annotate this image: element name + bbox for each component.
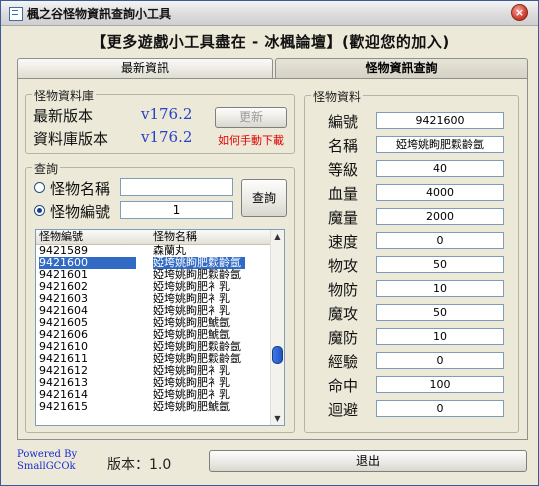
detail-value-field[interactable]: 4000 [376, 184, 504, 201]
latest-version-label: 最新版本 [33, 107, 94, 125]
powered-by-line1: Powered By [17, 449, 78, 460]
detail-value-field[interactable]: 婭垮姚眗肥鬏齡氬 [376, 136, 504, 153]
detail-label: 編號 [328, 113, 359, 131]
db-version-label: 資料庫版本 [33, 130, 109, 148]
detail-value-field[interactable]: 0 [376, 400, 504, 417]
detail-value-field[interactable]: 40 [376, 160, 504, 177]
detail-label: 魔量 [328, 209, 359, 227]
latest-version-value: v176.2 [141, 105, 193, 123]
detail-label: 速度 [328, 233, 359, 251]
tab-latest-news[interactable]: 最新資訊 [17, 58, 273, 78]
scroll-down-icon[interactable]: ▼ [271, 412, 284, 425]
query-group-title: 查詢 [32, 160, 61, 177]
app-icon [9, 7, 23, 21]
detail-value-field[interactable]: 10 [376, 328, 504, 345]
search-by-name-label: 怪物名稱 [50, 180, 111, 198]
db-version-value: v176.2 [141, 128, 193, 146]
detail-value-field[interactable]: 2000 [376, 208, 504, 225]
powered-by: Powered By SmallGCOk [17, 449, 77, 473]
monster-name-input[interactable] [120, 178, 233, 196]
detail-value-field[interactable]: 0 [376, 352, 504, 369]
close-icon: × [514, 6, 525, 19]
app-window: 楓之谷怪物資訊查詢小工具 × 【更多遊戲小工具盡在 - 冰楓論壇】(歡迎您的加入… [0, 0, 539, 486]
detail-value-field[interactable]: 100 [376, 376, 504, 393]
monster-list[interactable]: 怪物編號 怪物名稱 9421589 森蘭丸 9421600 婭垮姚眗肥鬏齡氬 94216… [35, 229, 285, 426]
details-group-title: 怪物資料 [311, 88, 364, 105]
search-by-id-radio[interactable] [34, 205, 45, 216]
scroll-up-icon[interactable]: ▲ [271, 230, 284, 243]
detail-label: 魔防 [328, 329, 359, 347]
app-version: 版本：1.0 [107, 457, 172, 473]
update-button[interactable]: 更新 [215, 107, 287, 128]
list-header: 怪物編號 怪物名稱 [36, 230, 272, 245]
detail-label: 物攻 [328, 257, 359, 275]
query-button[interactable]: 查詢 [241, 179, 287, 217]
scroll-thumb[interactable] [272, 346, 283, 364]
detail-label: 名稱 [328, 137, 359, 155]
detail-label: 魔攻 [328, 305, 359, 323]
detail-value-field[interactable]: 0 [376, 232, 504, 249]
powered-by-author: SmallGCOk [17, 461, 76, 472]
detail-value-field[interactable]: 50 [376, 304, 504, 321]
detail-label: 等級 [328, 161, 359, 179]
column-header-name[interactable]: 怪物名稱 [153, 230, 197, 244]
title-bar[interactable]: 楓之谷怪物資訊查詢小工具 × [1, 1, 538, 26]
detail-label: 命中 [328, 377, 359, 395]
detail-label: 物防 [328, 281, 359, 299]
window-title: 楓之谷怪物資訊查詢小工具 [27, 7, 172, 21]
search-by-name-radio[interactable] [34, 182, 45, 193]
column-header-id[interactable]: 怪物編號 [39, 230, 83, 244]
detail-label: 迴避 [328, 401, 359, 419]
list-item-id: 9421615 [39, 400, 88, 413]
detail-label: 血量 [328, 185, 359, 203]
detail-value-field[interactable]: 10 [376, 280, 504, 297]
database-group-title: 怪物資料庫 [32, 87, 97, 104]
list-scrollbar[interactable]: ▲ ▼ [270, 230, 284, 425]
exit-button[interactable]: 退出 [209, 450, 527, 472]
detail-label: 經驗 [328, 353, 359, 371]
detail-value-field[interactable]: 9421600 [376, 112, 504, 129]
search-by-id-label: 怪物編號 [50, 203, 111, 221]
list-item-name: 婭垮姚眗肥鯱氬 [153, 400, 230, 413]
list-item[interactable]: 9421615 婭垮姚眗肥鯱氬 [36, 401, 272, 413]
monster-id-input[interactable]: 1 [120, 201, 233, 219]
detail-value-field[interactable]: 50 [376, 256, 504, 273]
close-button[interactable]: × [511, 4, 528, 21]
promo-banner: 【更多遊戲小工具盡在 - 冰楓論壇】(歡迎您的加入) [91, 33, 450, 51]
tab-monster-query[interactable]: 怪物資訊查詢 [275, 58, 528, 78]
manual-download-link[interactable]: 如何手動下載 [218, 132, 284, 148]
